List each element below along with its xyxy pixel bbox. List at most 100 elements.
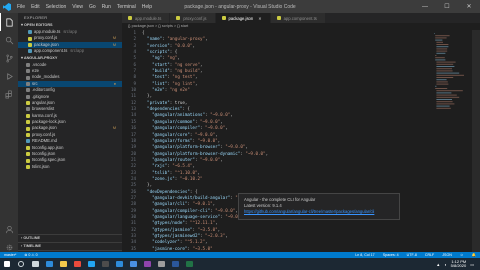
taskbar-app-glyph [185,261,193,267]
source-control-icon[interactable] [0,49,18,67]
file-icon [28,49,32,54]
volume-icon[interactable]: ◖ [444,262,446,267]
status-item-right[interactable]: Ln 8, Col 17 [351,253,378,257]
minimap-line [436,72,460,74]
timeline-section[interactable]: › TIMELINE [18,242,122,250]
clock[interactable]: 1:12 PM 5/8/2020 [451,259,467,269]
editor-scrollbar[interactable] [472,30,480,252]
menu-item-run[interactable]: Run [99,4,114,10]
editor-tab[interactable]: package.json ✕ [215,13,271,23]
explorer-icon[interactable] [0,13,18,31]
open-editors-label: OPEN EDITORS [23,23,53,27]
breadcrumb[interactable]: {} package.json > {} scripts > {} start [122,23,480,30]
mail-icon[interactable] [126,258,140,270]
file-icon [26,158,30,163]
file-icon [276,16,281,20]
menu-item-terminal[interactable]: Terminal [114,4,139,10]
file-tree-item[interactable]: tslint.json [18,164,122,170]
status-item-left[interactable]: ⊗ 0 ⚠ 0 [20,253,41,257]
close-tab-icon[interactable]: ✕ [258,16,261,21]
minimap-line [434,33,435,34]
status-item-right[interactable]: ☺ [456,253,468,257]
taskbar-app-glyph [157,261,165,267]
store-icon[interactable] [112,258,126,270]
taskbar-app-glyph [18,261,24,267]
network-icon[interactable]: ▲ [436,262,440,267]
photos-icon[interactable] [140,258,154,270]
minimap-line [436,79,447,81]
minimap-line [436,50,448,52]
word-icon[interactable] [168,258,182,270]
file-icon [28,30,32,35]
file-icon [26,75,30,80]
vscode-icon[interactable] [84,258,98,270]
status-item-right[interactable]: Spaces: 4 [379,253,403,257]
editor-tab[interactable]: app.component.ts [270,13,326,23]
folder-icon[interactable] [56,258,70,270]
minimap[interactable] [432,30,472,252]
taskbar-app-glyph [101,261,109,267]
status-item-right[interactable]: JSON [438,253,456,257]
editor-tab[interactable]: app.module.ts [122,13,171,23]
debug-icon[interactable] [0,67,18,85]
task-view-icon[interactable] [28,258,42,270]
minimap-line [436,101,453,103]
notifications-icon[interactable]: ▭ [470,262,474,267]
activity-bar [0,13,18,258]
file-icon [28,42,32,47]
status-item-right[interactable]: 🔔 [468,253,480,257]
taskbar-app-glyph [4,261,10,267]
start-icon[interactable] [0,258,14,270]
file-tree: .vscode e2e node_modules src ● .editorconfig.… [18,62,122,171]
taskbar-app-glyph [115,261,123,267]
menu-item-edit[interactable]: Edit [28,4,43,10]
minimap-line [436,77,454,78]
tooltip-link[interactable]: https://github.com/angular/angular-cli/t… [244,209,394,215]
open-editors-list: app.module.ts src\app proxy.conf.js Mpackag… [18,29,122,55]
menu-item-selection[interactable]: Selection [43,4,70,10]
terminal-icon[interactable] [98,258,112,270]
minimap-line [435,55,437,56]
search-icon[interactable] [0,31,18,49]
settings-icon[interactable] [154,258,168,270]
menu-item-go[interactable]: Go [86,4,99,10]
edge-icon[interactable] [42,258,56,270]
minimap-line [435,57,445,59]
explorer-sidebar: EXPLORER ▾ OPEN EDITORS app.module.ts src… [18,13,122,258]
minimap-line [436,48,448,50]
menu-item-help[interactable]: Help [139,4,155,10]
account-icon[interactable] [0,220,18,238]
outline-section[interactable]: › OUTLINE [18,234,122,242]
open-editors-section[interactable]: ▾ OPEN EDITORS [18,22,122,29]
minimize-button[interactable]: — [414,0,436,13]
project-section[interactable]: ▾ ANGULAR-PROXY [18,55,122,62]
menu-item-view[interactable]: View [69,4,86,10]
status-item-right[interactable]: CRLF [421,253,438,257]
outline-label: OUTLINE [23,236,40,240]
minimap-line [436,68,452,70]
maximize-button[interactable]: ☐ [436,0,458,13]
close-button[interactable]: ✕ [458,0,480,13]
status-item-left[interactable]: master* [0,253,20,257]
status-item-right[interactable]: UTF-8 [403,253,421,257]
file-icon [26,107,30,112]
taskbar-apps [0,258,196,270]
editor-tab[interactable]: proxy.conf.js [170,13,216,23]
minimap-line [436,46,449,48]
system-tray: ▲ ◖ 1:12 PM 5/8/2020 ▭ [436,259,480,269]
tab-label: app.module.ts [135,15,162,21]
file-icon [26,62,30,67]
chrome-icon[interactable] [70,258,84,270]
file-icon [26,120,30,125]
file-icon [26,69,30,74]
minimap-line [436,90,463,92]
excel-icon[interactable] [182,258,196,270]
minimap-line [436,52,446,54]
file-icon [26,139,30,144]
extensions-icon[interactable] [0,85,18,103]
tab-label: package.json [228,15,254,21]
search-icon[interactable] [14,258,28,270]
open-editor-item[interactable]: app.component.ts src\app [18,48,122,54]
file-icon [28,36,32,41]
menu-item-file[interactable]: File [14,4,28,10]
